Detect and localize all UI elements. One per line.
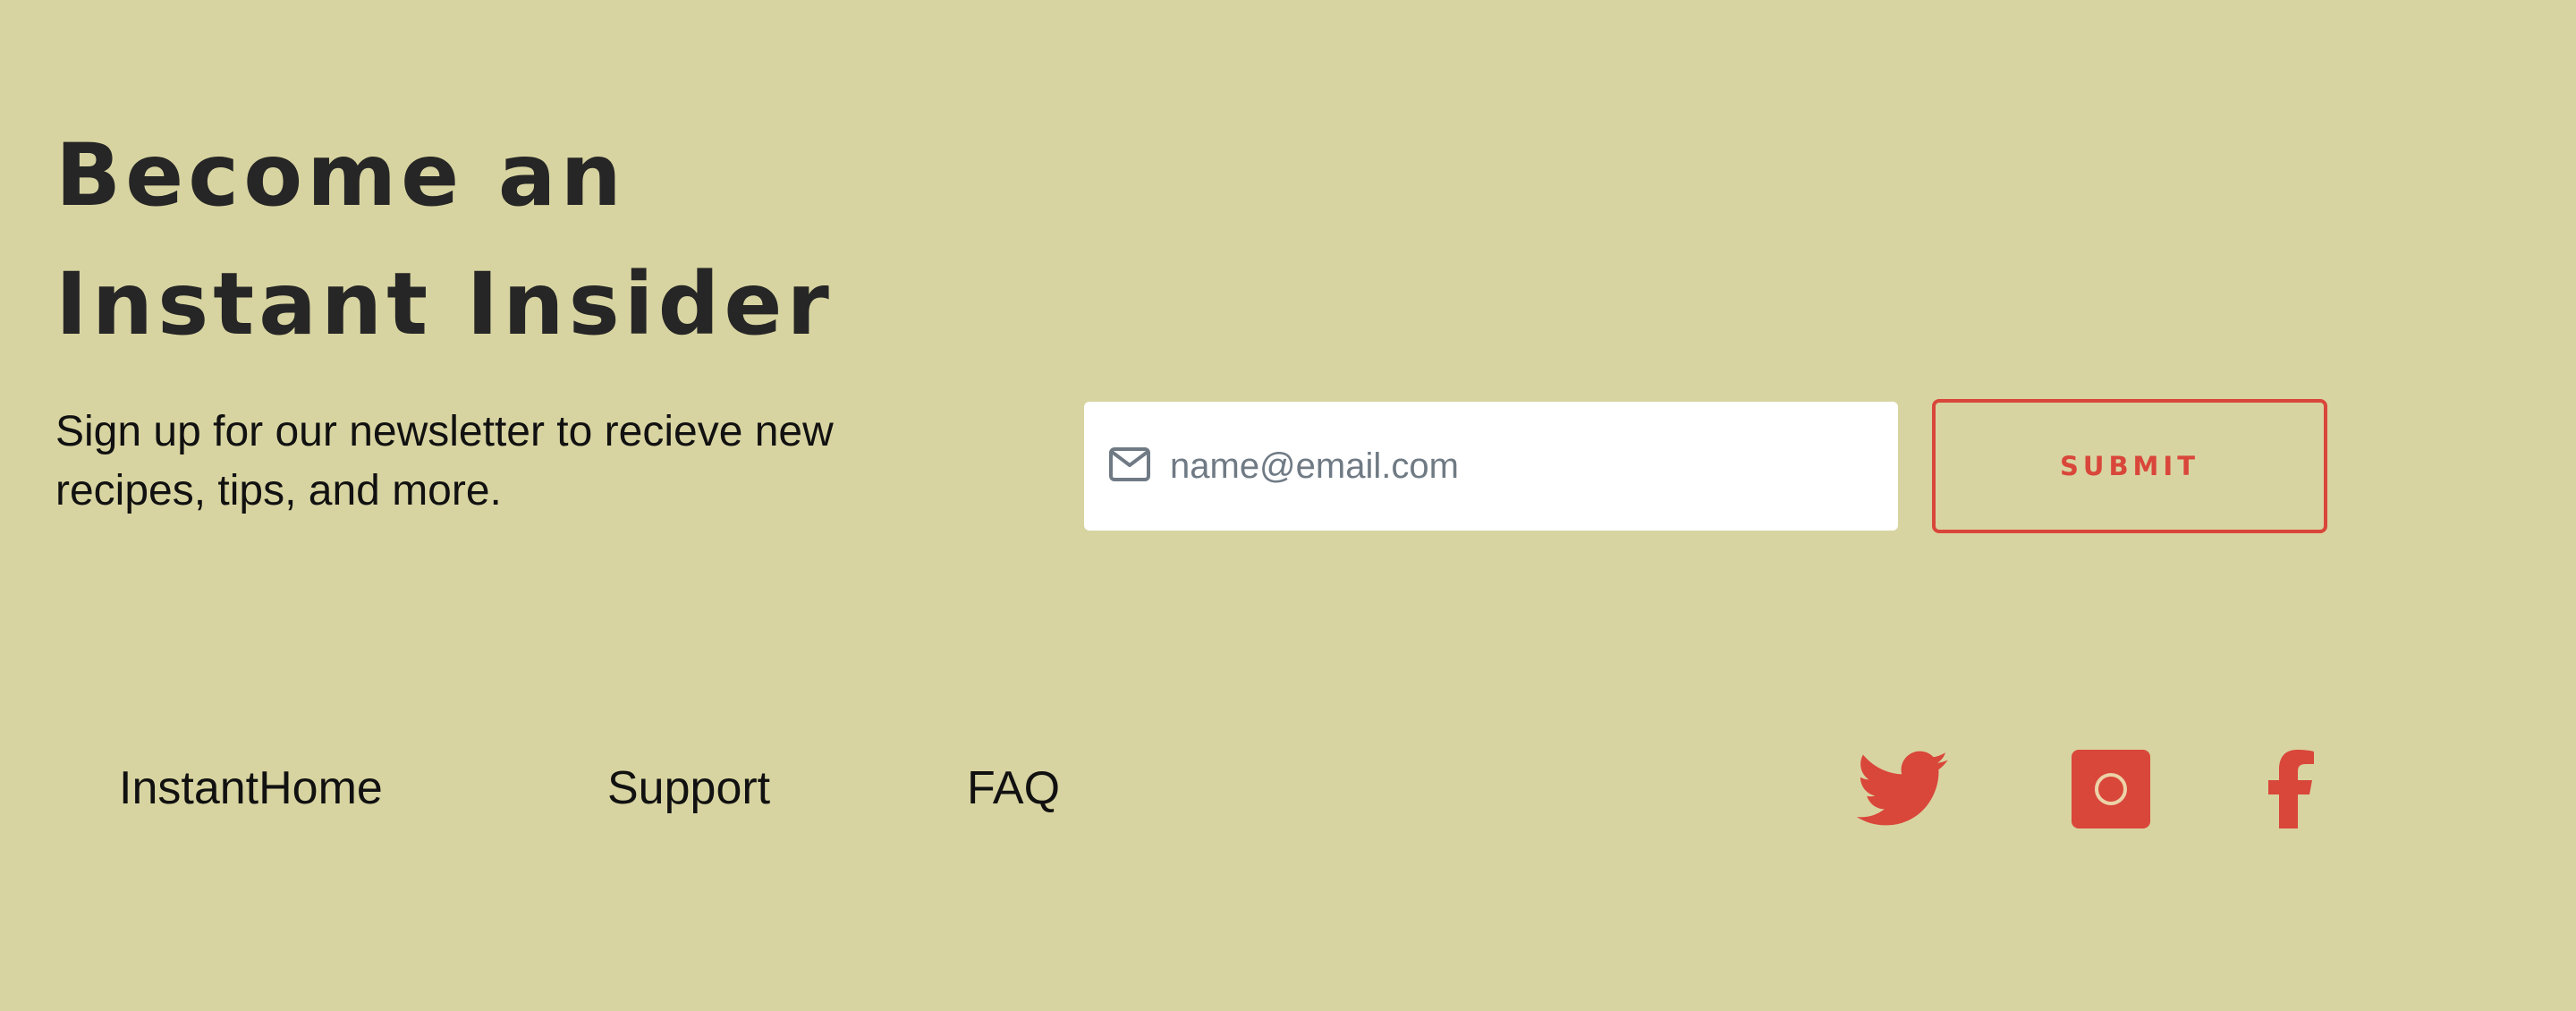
twitter-link[interactable] [1856,750,1948,828]
facebook-icon [2268,750,2314,828]
mail-icon [1109,447,1150,481]
newsletter-description-line1: Sign up for our newsletter to recieve ne… [55,408,834,455]
twitter-icon [1856,751,1948,826]
footer-link-support[interactable]: Support [607,756,770,820]
newsletter-heading-line2: Instant Insider [55,254,834,354]
instagram-link[interactable] [2072,750,2150,828]
email-input[interactable] [1170,402,1868,531]
email-field-container[interactable] [1084,402,1898,531]
footer-link-faq[interactable]: FAQ [967,756,1060,820]
instagram-icon [2072,750,2150,828]
newsletter-description: Sign up for our newsletter to recieve ne… [55,403,986,521]
newsletter-heading: Become an Instant Insider [55,111,950,369]
submit-button[interactable]: SUBMIT [1932,399,2327,533]
facebook-link[interactable] [2267,750,2317,828]
footer-link-instanthome[interactable]: InstantHome [119,756,383,820]
newsletter-heading-line1: Become an [55,125,626,225]
newsletter-description-line2: recipes, tips, and more. [55,467,502,514]
